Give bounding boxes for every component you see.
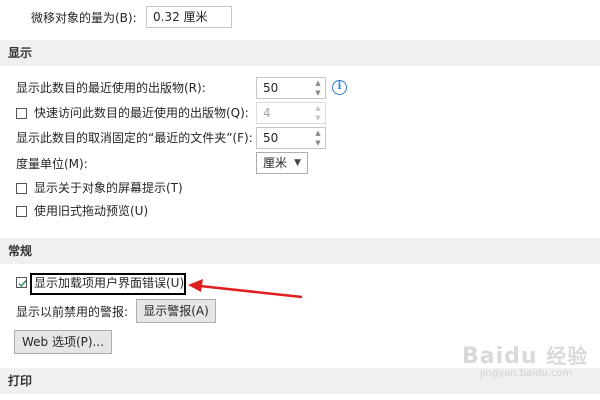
legacy-drag-checkbox[interactable] xyxy=(16,206,27,217)
unpinned-folders-spinner[interactable]: 50 ▲ ▼ xyxy=(256,127,326,149)
baidu-watermark: Baidu 经验 xyxy=(462,340,588,369)
legacy-drag-label: 使用旧式拖动预览(U) xyxy=(34,204,149,218)
watermark-brand: Baidu xyxy=(462,344,538,369)
unpinned-folders-value: 50 xyxy=(263,131,279,145)
spin-down-icon[interactable]: ▼ xyxy=(315,114,320,122)
nudge-value: 0.32 厘米 xyxy=(153,10,208,24)
show-alerts-button[interactable]: 显示警报(A) xyxy=(136,299,216,323)
spinner-arrows[interactable]: ▲ ▼ xyxy=(313,79,323,97)
quick-access-spinner[interactable]: 4 ▲ ▼ xyxy=(256,102,326,124)
web-options-button[interactable]: Web 选项(P)... xyxy=(14,330,112,354)
quick-access-label: 快速访问此数目的最近使用的出版物(Q): xyxy=(34,106,249,120)
units-label: 度量单位(M): xyxy=(16,157,88,171)
addin-errors-checkbox[interactable] xyxy=(16,277,27,288)
spin-up-icon[interactable]: ▲ xyxy=(315,104,320,112)
info-icon[interactable]: i xyxy=(332,80,347,95)
nudge-input[interactable]: 0.32 厘米 xyxy=(146,6,232,28)
spin-up-icon[interactable]: ▲ xyxy=(315,129,320,137)
nudge-label: 微移对象的量为(B): xyxy=(31,11,137,25)
spinner-arrows[interactable]: ▲ ▼ xyxy=(313,129,323,147)
disabled-alerts-label: 显示以前禁用的警报: xyxy=(16,305,129,319)
spin-down-icon[interactable]: ▼ xyxy=(315,89,320,97)
recent-docs-label: 显示此数目的最近使用的出版物(R): xyxy=(16,81,206,95)
screentips-checkbox[interactable] xyxy=(16,183,27,194)
units-value: 厘米 xyxy=(263,156,288,170)
screentips-label: 显示关于对象的屏幕提示(T) xyxy=(34,181,183,195)
unpinned-folders-label: 显示此数目的取消固定的“最近的文件夹”(F): xyxy=(16,131,253,145)
units-dropdown[interactable]: 厘米 ▼ xyxy=(256,152,308,174)
spin-up-icon[interactable]: ▲ xyxy=(315,79,320,87)
watermark-url: jingyan.baidu.com xyxy=(480,368,573,379)
general-section-header: 常规 xyxy=(0,238,600,264)
dropdown-arrow-icon[interactable]: ▼ xyxy=(294,153,301,173)
display-section-header: 显示 xyxy=(0,40,600,66)
addin-errors-label: 显示加载项用户界面错误(U) xyxy=(34,276,185,290)
spinner-arrows[interactable]: ▲ ▼ xyxy=(313,104,323,122)
quick-access-value: 4 xyxy=(263,106,271,120)
recent-docs-spinner[interactable]: 50 ▲ ▼ xyxy=(256,77,326,99)
spin-down-icon[interactable]: ▼ xyxy=(315,139,320,147)
recent-docs-value: 50 xyxy=(263,81,279,95)
watermark-sub: 经验 xyxy=(546,344,589,368)
quick-access-checkbox[interactable] xyxy=(16,108,27,119)
checkmark-icon xyxy=(18,280,27,288)
